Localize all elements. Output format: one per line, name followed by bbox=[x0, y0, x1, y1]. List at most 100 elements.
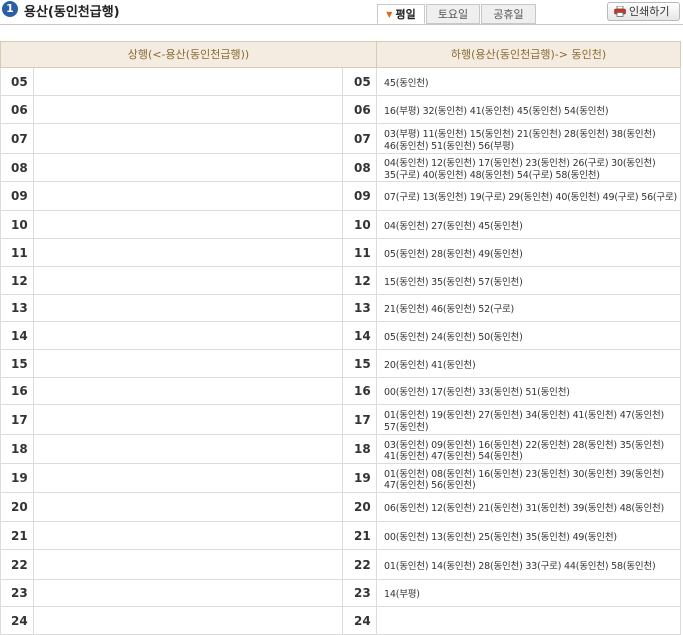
up-times-cell bbox=[34, 96, 343, 123]
up-times-cell bbox=[34, 182, 343, 210]
down-hour-cell: 11 bbox=[343, 239, 377, 266]
down-times-text: 20(동인천) 41(동인천) bbox=[384, 359, 476, 371]
down-times-cell: 14(부평) bbox=[377, 580, 681, 606]
up-times-cell bbox=[34, 378, 343, 404]
down-hour-cell: 15 bbox=[343, 350, 377, 377]
down-hour-cell: 08 bbox=[343, 154, 377, 181]
up-times-cell bbox=[34, 239, 343, 266]
table-row: 20 20 06(동인천) 12(동인천) 21(동인천) 31(동인천) 39(동… bbox=[0, 493, 681, 522]
down-times-cell: 01(동인천) 08(동인천) 16(동인천) 23(동인천) 30(동인천) … bbox=[377, 464, 681, 492]
down-times-text: 06(동인천) 12(동인천) 21(동인천) 31(동인천) 39(동인천) … bbox=[384, 503, 665, 515]
up-hour-cell: 05 bbox=[0, 68, 34, 95]
down-hour-cell: 20 bbox=[343, 493, 377, 521]
down-times-cell bbox=[377, 607, 681, 634]
down-times-text: 21(동인천) 46(동인천) 52(구로) bbox=[384, 304, 515, 316]
down-hour-cell: 12 bbox=[343, 267, 377, 294]
printer-icon bbox=[614, 6, 626, 17]
table-row: 18 18 03(동인천) 09(동인천) 16(동인천) 22(동인천) 28(동… bbox=[0, 435, 681, 464]
up-hour-cell: 09 bbox=[0, 182, 34, 210]
up-hour-cell: 11 bbox=[0, 239, 34, 266]
down-times-text: 01(동인천) 19(동인천) 27(동인천) 34(동인천) 41(동인천) … bbox=[384, 410, 665, 433]
down-hour-cell: 21 bbox=[343, 522, 377, 549]
up-times-cell bbox=[34, 267, 343, 294]
down-hour-cell: 19 bbox=[343, 464, 377, 492]
down-times-cell: 07(구로) 13(동인천) 19(구로) 29(동인천) 40(동인천) 49… bbox=[377, 182, 681, 210]
down-hour-cell: 18 bbox=[343, 435, 377, 463]
down-times-cell: 01(동인천) 14(동인천) 28(동인천) 33(구로) 44(동인천) 5… bbox=[377, 550, 681, 579]
up-hour-cell: 07 bbox=[0, 124, 34, 153]
table-row: 14 14 05(동인천) 24(동인천) 50(동인천) bbox=[0, 322, 681, 350]
table-row: 21 21 00(동인천) 13(동인천) 25(동인천) 35(동인천) 49(동… bbox=[0, 522, 681, 550]
down-times-text: 03(동인천) 09(동인천) 16(동인천) 22(동인천) 28(동인천) … bbox=[384, 439, 665, 463]
up-times-cell bbox=[34, 493, 343, 521]
up-hour-cell: 15 bbox=[0, 350, 34, 377]
down-times-text: 05(동인천) 28(동인천) 49(동인천) bbox=[384, 248, 523, 260]
tab-weekday[interactable]: ▼ 평일 bbox=[377, 4, 425, 24]
table-row: 09 09 07(구로) 13(동인천) 19(구로) 29(동인천) 40(동인천… bbox=[0, 182, 681, 211]
down-hour-cell: 13 bbox=[343, 295, 377, 321]
down-times-cell: 03(부평) 11(동인천) 15(동인천) 21(동인천) 28(동인천) 3… bbox=[377, 124, 681, 153]
up-times-cell bbox=[34, 322, 343, 349]
down-hour-cell: 09 bbox=[343, 182, 377, 210]
down-times-cell: 04(동인천) 27(동인천) 45(동인천) bbox=[377, 211, 681, 238]
down-times-text: 00(동인천) 13(동인천) 25(동인천) 35(동인천) 49(동인천) bbox=[384, 531, 617, 543]
tab-holiday-label: 공휴일 bbox=[493, 8, 524, 21]
down-times-cell: 16(부평) 32(동인천) 41(동인천) 45(동인천) 54(동인천) bbox=[377, 96, 681, 123]
table-row: 06 06 16(부평) 32(동인천) 41(동인천) 45(동인천) 54(동인… bbox=[0, 96, 681, 124]
down-times-cell: 45(동인천) bbox=[377, 68, 681, 95]
tab-saturday[interactable]: 토요일 bbox=[426, 4, 480, 24]
down-times-text: 07(구로) 13(동인천) 19(구로) 29(동인천) 40(동인천) 49… bbox=[384, 192, 678, 204]
tab-underline bbox=[0, 24, 683, 25]
table-row: 10 10 04(동인천) 27(동인천) 45(동인천) bbox=[0, 211, 681, 239]
table-row: 08 08 04(동인천) 12(동인천) 17(동인천) 23(동인천) 26(구… bbox=[0, 154, 681, 182]
up-hour-cell: 19 bbox=[0, 464, 34, 492]
up-times-cell bbox=[34, 68, 343, 95]
down-times-text: 01(동인천) 14(동인천) 28(동인천) 33(구로) 44(동인천) 5… bbox=[384, 560, 656, 572]
page-title: 용산(동인천급행) bbox=[24, 5, 120, 20]
up-hour-cell: 18 bbox=[0, 435, 34, 463]
down-times-text: 16(부평) 32(동인천) 41(동인천) 45(동인천) 54(동인천) bbox=[384, 105, 609, 117]
table-row: 15 15 20(동인천) 41(동인천) bbox=[0, 350, 681, 378]
down-times-cell: 04(동인천) 12(동인천) 17(동인천) 23(동인천) 26(구로) 3… bbox=[377, 154, 681, 181]
table-row: 11 11 05(동인천) 28(동인천) 49(동인천) bbox=[0, 239, 681, 267]
up-hour-cell: 20 bbox=[0, 493, 34, 521]
down-times-cell: 20(동인천) 41(동인천) bbox=[377, 350, 681, 377]
column-header-up: 상행(<-용산(동인천급행)) bbox=[0, 41, 377, 68]
down-times-cell: 15(동인천) 35(동인천) 57(동인천) bbox=[377, 267, 681, 294]
down-hour-cell: 17 bbox=[343, 405, 377, 434]
down-hour-cell: 07 bbox=[343, 124, 377, 153]
up-hour-cell: 17 bbox=[0, 405, 34, 434]
timetable-header: 1 용산(동인천급행) ▼ 평일 토요일 공휴일 인쇄하기 bbox=[0, 0, 683, 40]
up-hour-cell: 16 bbox=[0, 378, 34, 404]
tab-holiday[interactable]: 공휴일 bbox=[481, 4, 536, 24]
print-button-label: 인쇄하기 bbox=[629, 5, 670, 18]
up-times-cell bbox=[34, 435, 343, 463]
down-times-cell: 06(동인천) 12(동인천) 21(동인천) 31(동인천) 39(동인천) … bbox=[377, 493, 681, 521]
down-times-text: 01(동인천) 08(동인천) 16(동인천) 23(동인천) 30(동인천) … bbox=[384, 468, 665, 492]
tab-weekday-label: 평일 bbox=[395, 8, 416, 21]
up-hour-cell: 22 bbox=[0, 550, 34, 579]
up-hour-cell: 14 bbox=[0, 322, 34, 349]
down-times-text: 14(부평) bbox=[384, 589, 420, 601]
down-times-cell: 00(동인천) 17(동인천) 33(동인천) 51(동인천) bbox=[377, 378, 681, 404]
table-row: 17 17 01(동인천) 19(동인천) 27(동인천) 34(동인천) 41(동… bbox=[0, 405, 681, 435]
up-times-cell bbox=[34, 464, 343, 492]
down-hour-cell: 14 bbox=[343, 322, 377, 349]
table-row: 24 24 bbox=[0, 607, 681, 635]
down-times-text: 15(동인천) 35(동인천) 57(동인천) bbox=[384, 276, 523, 288]
up-times-cell bbox=[34, 405, 343, 434]
up-hour-cell: 08 bbox=[0, 154, 34, 181]
down-hour-cell: 10 bbox=[343, 211, 377, 238]
down-times-cell: 00(동인천) 13(동인천) 25(동인천) 35(동인천) 49(동인천) bbox=[377, 522, 681, 549]
down-hour-cell: 05 bbox=[343, 68, 377, 95]
tab-saturday-label: 토요일 bbox=[437, 8, 469, 21]
print-button[interactable]: 인쇄하기 bbox=[607, 2, 680, 21]
down-times-cell: 05(동인천) 28(동인천) 49(동인천) bbox=[377, 239, 681, 266]
table-row: 07 07 03(부평) 11(동인천) 15(동인천) 21(동인천) 28(동인… bbox=[0, 124, 681, 154]
table-row: 12 12 15(동인천) 35(동인천) 57(동인천) bbox=[0, 267, 681, 295]
section-number-badge: 1 bbox=[2, 1, 18, 17]
down-times-cell: 05(동인천) 24(동인천) 50(동인천) bbox=[377, 322, 681, 349]
down-times-cell: 03(동인천) 09(동인천) 16(동인천) 22(동인천) 28(동인천) … bbox=[377, 435, 681, 463]
down-hour-cell: 24 bbox=[343, 607, 377, 634]
up-hour-cell: 13 bbox=[0, 295, 34, 321]
